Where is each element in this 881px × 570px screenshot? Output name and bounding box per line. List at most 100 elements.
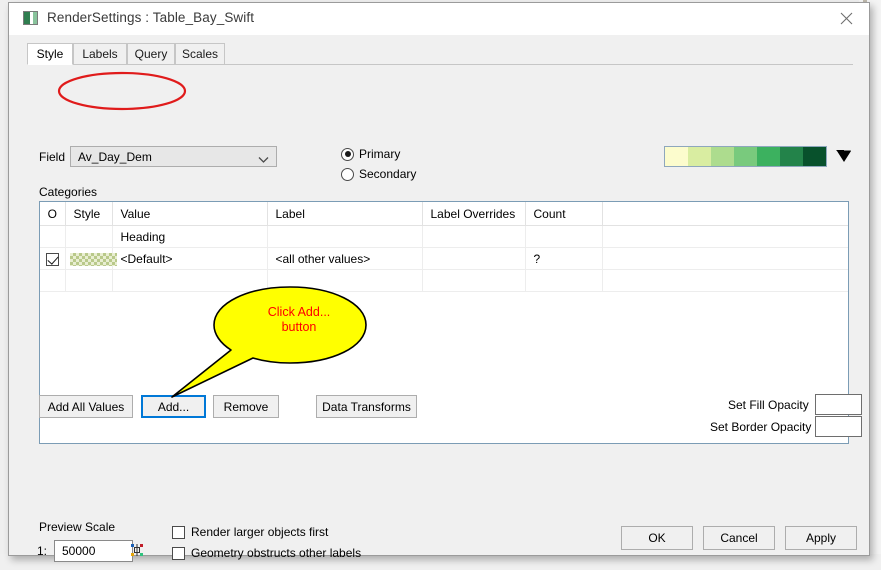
window-thumbnail-icon bbox=[23, 11, 38, 25]
tab-scales-label: Scales bbox=[181, 47, 219, 61]
render-larger-objects-first-option[interactable]: Render larger objects first bbox=[172, 525, 328, 539]
ramp-stop-6 bbox=[803, 147, 826, 166]
render-larger-objects-first-checkbox[interactable] bbox=[172, 525, 185, 539]
ok-button[interactable]: OK bbox=[621, 526, 693, 550]
scale-prefix: 1: bbox=[37, 544, 48, 558]
row-default-count[interactable]: ? bbox=[525, 247, 603, 270]
column-header-spacer bbox=[602, 202, 848, 226]
empty-cell-7 bbox=[602, 269, 848, 292]
column-header-label-overrides[interactable]: Label Overrides bbox=[422, 202, 526, 226]
cancel-button[interactable]: Cancel bbox=[703, 526, 775, 550]
row-heading-check-cell[interactable] bbox=[40, 225, 66, 248]
radio-secondary-label: Secondary bbox=[359, 167, 417, 181]
set-border-opacity-label: Set Border Opacity bbox=[710, 420, 812, 434]
row-heading-spacer bbox=[602, 225, 848, 248]
data-transforms-label: Data Transforms bbox=[322, 399, 411, 414]
style-tab-panel: Field Av_Day_Dem Primary Secondary Categ… bbox=[10, 65, 868, 562]
radio-primary[interactable]: Primary bbox=[341, 147, 400, 161]
empty-cell-2 bbox=[65, 269, 113, 292]
preview-scale-input[interactable]: 50000 bbox=[54, 540, 133, 562]
table-row[interactable]: <Default> <all other values> ? bbox=[40, 247, 848, 270]
data-transforms-button[interactable]: Data Transforms bbox=[316, 395, 417, 418]
field-dropdown[interactable]: Av_Day_Dem bbox=[70, 146, 277, 167]
tab-labels[interactable]: Labels bbox=[73, 43, 127, 65]
row-heading-overrides[interactable] bbox=[422, 225, 526, 248]
remove-button-label: Remove bbox=[223, 399, 269, 414]
categories-header-row: O Style Value Label Label Overrides Coun… bbox=[40, 202, 848, 226]
table-row-empty bbox=[40, 269, 848, 292]
empty-cell-4 bbox=[267, 269, 423, 292]
row-default-value[interactable]: <Default> bbox=[112, 247, 268, 270]
set-border-opacity-input[interactable] bbox=[815, 416, 862, 437]
ramp-stop-4 bbox=[757, 147, 780, 166]
add-button[interactable]: Add... bbox=[141, 395, 206, 418]
tab-strip: Style Labels Query Scales bbox=[27, 43, 853, 65]
radio-primary-dot bbox=[341, 147, 354, 161]
callout-text: Click Add... button bbox=[239, 305, 359, 335]
tab-style[interactable]: Style bbox=[27, 43, 73, 65]
empty-cell-5 bbox=[422, 269, 526, 292]
set-fill-opacity-input[interactable] bbox=[815, 394, 862, 415]
set-fill-opacity-label: Set Fill Opacity bbox=[728, 398, 809, 412]
row-default-label[interactable]: <all other values> bbox=[267, 247, 423, 270]
row-default-check-cell[interactable] bbox=[40, 247, 66, 270]
column-header-label[interactable]: Label bbox=[267, 202, 423, 226]
checkered-green-swatch[interactable] bbox=[69, 252, 117, 266]
cancel-button-label: Cancel bbox=[720, 531, 758, 545]
empty-cell-6 bbox=[525, 269, 603, 292]
ramp-dropdown-icon[interactable] bbox=[834, 148, 854, 167]
title-bar: RenderSettings : Table_Bay_Swift bbox=[9, 3, 869, 36]
ramp-stop-0 bbox=[665, 147, 688, 166]
radio-primary-label: Primary bbox=[359, 147, 401, 161]
callout-text-line1: Click Add... bbox=[267, 305, 331, 319]
empty-cell-1 bbox=[40, 269, 66, 292]
radio-secondary-dot bbox=[341, 167, 354, 181]
row-heading-label[interactable] bbox=[267, 225, 423, 248]
close-window-button[interactable] bbox=[823, 3, 869, 34]
field-label: Field bbox=[39, 150, 66, 164]
tab-scales[interactable]: Scales bbox=[175, 43, 225, 65]
scale-picker-icon[interactable] bbox=[130, 543, 144, 557]
render-larger-objects-first-label: Render larger objects first bbox=[191, 525, 329, 539]
ramp-stop-2 bbox=[711, 147, 734, 166]
color-ramp-preview[interactable] bbox=[664, 146, 827, 167]
geometry-obstructs-other-labels-checkbox[interactable] bbox=[172, 546, 185, 560]
geometry-obstructs-other-labels-option[interactable]: Geometry obstructs other labels bbox=[172, 546, 361, 560]
apply-button-label: Apply bbox=[805, 531, 837, 545]
callout-text-line2: button bbox=[281, 320, 317, 334]
column-header-o[interactable]: O bbox=[40, 202, 66, 226]
empty-cell-3 bbox=[112, 269, 268, 292]
row-default-checkbox[interactable] bbox=[45, 252, 59, 266]
tab-query[interactable]: Query bbox=[127, 43, 175, 65]
render-settings-dialog: RenderSettings : Table_Bay_Swift Style L… bbox=[8, 2, 870, 562]
table-row[interactable]: Heading bbox=[40, 225, 848, 248]
tab-query-label: Query bbox=[134, 47, 168, 61]
chevron-down-icon bbox=[258, 153, 269, 167]
field-dropdown-value: Av_Day_Dem bbox=[78, 150, 152, 164]
add-all-values-label: Add All Values bbox=[47, 399, 125, 414]
add-all-values-button[interactable]: Add All Values bbox=[39, 395, 133, 418]
ok-button-label: OK bbox=[648, 531, 666, 545]
row-heading-value[interactable]: Heading bbox=[112, 225, 268, 248]
row-heading-style-cell[interactable] bbox=[65, 225, 113, 248]
ramp-stop-1 bbox=[688, 147, 711, 166]
add-button-label: Add... bbox=[157, 399, 190, 414]
tab-style-label: Style bbox=[36, 47, 64, 61]
row-default-overrides[interactable] bbox=[422, 247, 526, 270]
remove-button[interactable]: Remove bbox=[213, 395, 279, 418]
categories-label: Categories bbox=[39, 185, 98, 199]
window-title: RenderSettings : Table_Bay_Swift bbox=[47, 10, 255, 25]
ramp-stop-5 bbox=[780, 147, 803, 166]
radio-secondary[interactable]: Secondary bbox=[341, 167, 416, 181]
tab-labels-label: Labels bbox=[82, 47, 118, 61]
row-default-spacer bbox=[602, 247, 848, 270]
column-header-style[interactable]: Style bbox=[65, 202, 113, 226]
column-header-count[interactable]: Count bbox=[525, 202, 603, 226]
column-header-value[interactable]: Value bbox=[112, 202, 268, 226]
geometry-obstructs-other-labels-label: Geometry obstructs other labels bbox=[191, 546, 362, 560]
row-default-style-cell[interactable] bbox=[65, 247, 117, 270]
preview-scale-value: 50000 bbox=[62, 544, 96, 558]
ramp-stop-3 bbox=[734, 147, 757, 166]
row-heading-count[interactable] bbox=[525, 225, 603, 248]
apply-button[interactable]: Apply bbox=[785, 526, 857, 550]
